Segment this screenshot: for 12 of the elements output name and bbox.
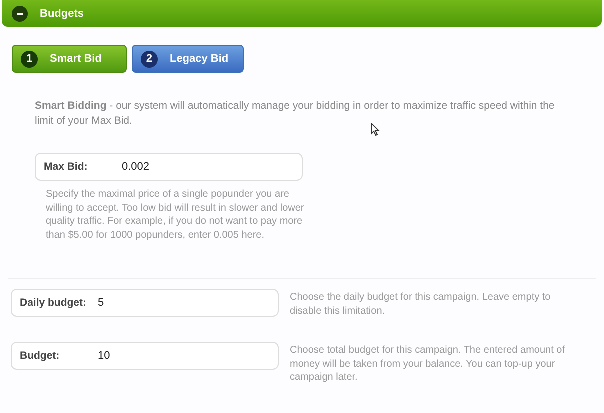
section-title: Budgets [40,8,84,20]
budget-field[interactable]: Budget: 10 [11,342,279,370]
help-text: Choose the daily budget for this campaign. Leave empty to disable this limitation. [290,291,552,318]
help-text: Choose total budget for this campaign. The entered amount of money will be taken from your balance. You can top-up your campaign later. [290,344,565,384]
intro-text: Smart Bidding - our system will automatically manage your bidding in order to maximize traffic speed within the limit of your Max Bid. [35,99,556,129]
collapse-icon[interactable] [12,6,28,22]
cursor-icon [371,123,380,136]
bid-tab[interactable]: 1 Smart Bid [12,45,127,73]
budget-field[interactable]: Daily budget: 5 [11,289,279,317]
bid-tab[interactable]: 2 Legacy Bid [132,45,244,73]
max-bid-field[interactable]: Max Bid: 0.002 [35,153,303,181]
help-text: Specify the maximal price of a single popunder you are willing to accept. Too low bid will result in slower and lower quality traffic. For example, if you do not want to pay more than $5.00 for 1000 popunders, enter 0.005 here. [46,188,306,242]
